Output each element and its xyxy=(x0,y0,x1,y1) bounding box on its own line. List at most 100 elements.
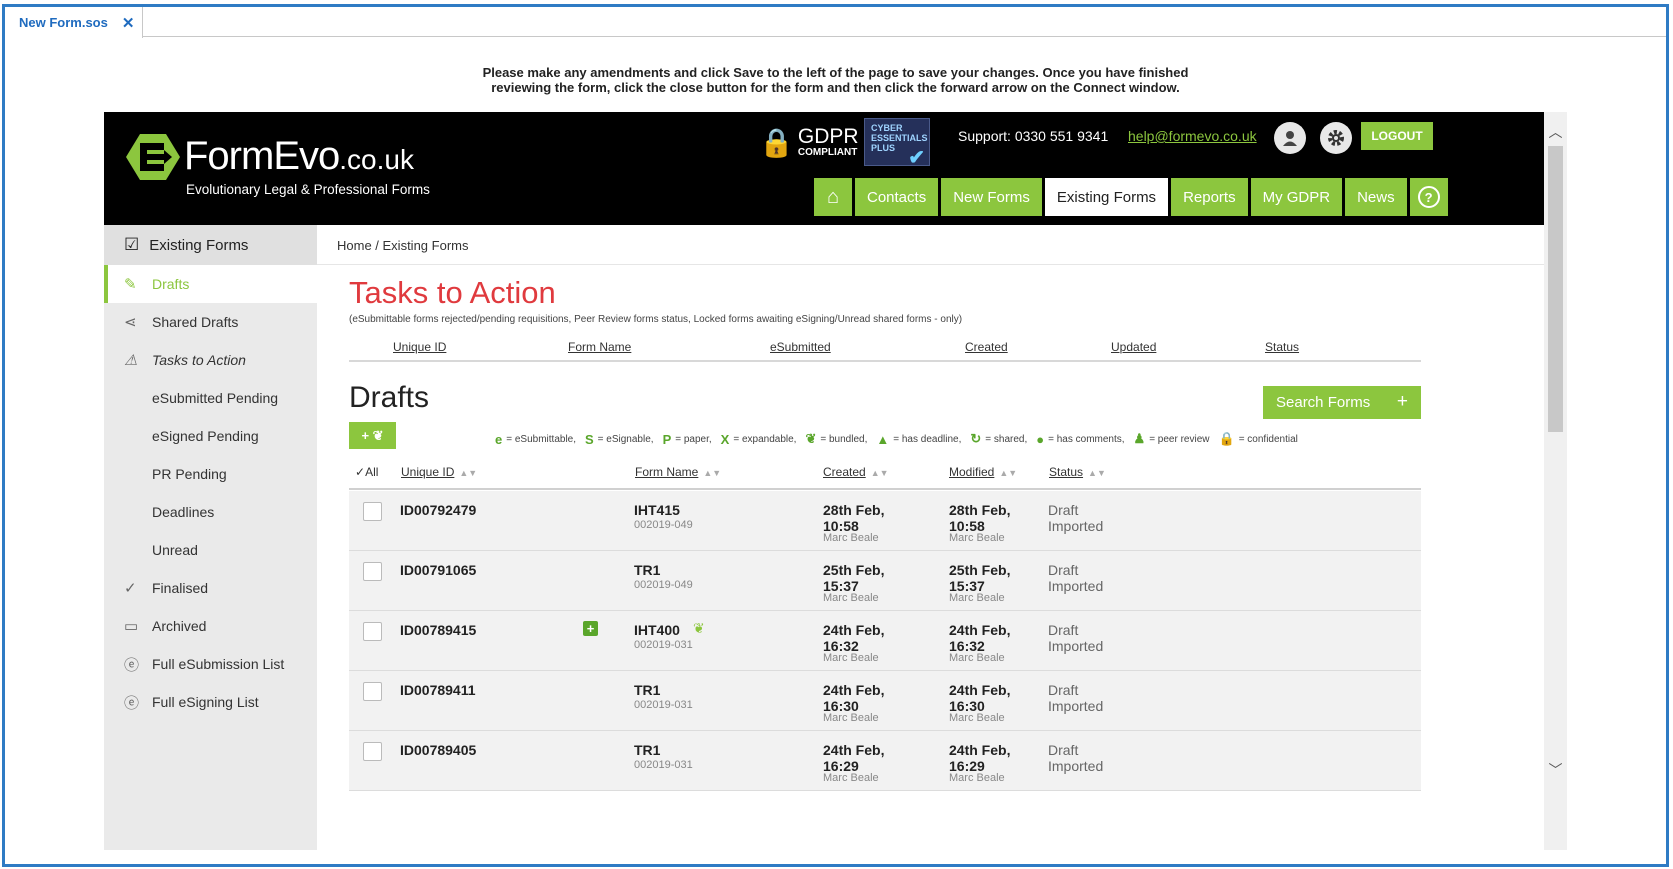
table-row[interactable]: ID00789415 + IHT400 ❦ 002019-031 24th Fe… xyxy=(349,611,1421,671)
row-status: Draft Imported xyxy=(1048,562,1104,594)
nav-contacts[interactable]: Contacts xyxy=(855,178,939,216)
row-checkbox[interactable] xyxy=(363,502,382,521)
sidebar-item-esubmitted-pending[interactable]: eSubmitted Pending xyxy=(104,379,317,417)
sidebar-item-esigned-pending[interactable]: eSigned Pending xyxy=(104,417,317,455)
sidebar-item-full-esubmission-list[interactable]: ⓔ Full eSubmission List xyxy=(104,645,317,683)
support-email-link[interactable]: help@formevo.co.uk xyxy=(1128,128,1257,144)
nav-new-forms[interactable]: New Forms xyxy=(941,178,1042,216)
deadline-icon: ▲ xyxy=(876,431,890,447)
row-form-name[interactable]: TR1 xyxy=(634,682,660,698)
table-row[interactable]: ID00789411 TR1 002019-031 24th Feb, 16:30… xyxy=(349,671,1421,731)
row-checkbox[interactable] xyxy=(363,562,382,581)
tasks-col-esubmitted[interactable]: eSubmitted xyxy=(770,340,831,354)
select-all-toggle[interactable]: ✓All xyxy=(355,465,378,479)
row-modified: 24th Feb, 16:30 xyxy=(949,682,1011,714)
row-form-name[interactable]: TR1 xyxy=(634,562,660,578)
row-unique-id[interactable]: ID00789415 xyxy=(400,622,476,638)
scrollbar-thumb[interactable] xyxy=(1548,146,1563,432)
gear-icon[interactable] xyxy=(1320,122,1352,154)
tasks-title: Tasks to Action xyxy=(349,275,556,310)
breadcrumb[interactable]: Home / Existing Forms xyxy=(337,238,468,253)
bundle-icon: ❦ xyxy=(372,427,384,443)
nav-reports[interactable]: Reports xyxy=(1171,178,1248,216)
nav-help[interactable]: ? xyxy=(1409,178,1448,216)
main-content: Home / Existing Forms Tasks to Action (e… xyxy=(317,225,1544,850)
vertical-scrollbar[interactable]: ︿ ﹀ xyxy=(1544,112,1567,850)
sidebar-item-drafts[interactable]: ✎ Drafts xyxy=(104,265,317,303)
row-unique-id[interactable]: ID00792479 xyxy=(400,502,476,518)
row-form-name[interactable]: IHT415 xyxy=(634,502,680,518)
row-form-code: 002019-031 xyxy=(634,699,693,711)
tasks-col-updated[interactable]: Updated xyxy=(1111,340,1156,354)
row-modified-by: Marc Beale xyxy=(949,772,1005,784)
share-icon: ⋖ xyxy=(124,314,137,331)
comment-icon: ● xyxy=(1036,431,1045,447)
table-row[interactable]: ID00792479 IHT415 002019-049 28th Feb, 10… xyxy=(349,491,1421,551)
tasks-col-form-name[interactable]: Form Name xyxy=(568,340,631,354)
user-icon[interactable] xyxy=(1274,122,1306,154)
sidebar-item-shared-drafts[interactable]: ⋖ Shared Drafts xyxy=(104,303,317,341)
row-unique-id[interactable]: ID00791065 xyxy=(400,562,476,578)
row-form-name[interactable]: IHT400 xyxy=(634,622,680,638)
sidebar-item-finalised[interactable]: ✓ Finalised xyxy=(104,569,317,607)
sidebar-item-pr-pending[interactable]: PR Pending xyxy=(104,455,317,493)
col-created[interactable]: Created ▲▼ xyxy=(823,465,889,479)
row-created-by: Marc Beale xyxy=(823,712,879,724)
lock-icon: 🔒 xyxy=(759,127,794,158)
row-form-name[interactable]: TR1 xyxy=(634,742,660,758)
row-created-by: Marc Beale xyxy=(823,652,879,664)
sort-icon: ▲▼ xyxy=(999,468,1018,478)
row-created: 25th Feb, 15:37 xyxy=(823,562,885,594)
logo-suffix: co.uk xyxy=(347,144,414,175)
col-status[interactable]: Status ▲▼ xyxy=(1049,465,1106,479)
tasks-col-created[interactable]: Created xyxy=(965,340,1008,354)
check-icon: ✔ xyxy=(908,147,925,169)
logout-button[interactable]: LOGOUT xyxy=(1361,122,1433,150)
scroll-up-icon[interactable]: ︿ xyxy=(1544,122,1567,142)
table-row[interactable]: ID00791065 TR1 002019-049 25th Feb, 15:37… xyxy=(349,551,1421,611)
nav-existing-forms[interactable]: Existing Forms xyxy=(1044,178,1169,216)
tasks-col-unique-id[interactable]: Unique ID xyxy=(393,340,446,354)
legend-deadline: ▲ = has deadline, xyxy=(876,431,962,447)
row-checkbox[interactable] xyxy=(363,622,382,641)
sidebar-item-tasks-to-action[interactable]: ⚠ Tasks to Action xyxy=(104,341,317,379)
document-tab[interactable]: New Form.sos ✕ xyxy=(5,7,143,38)
row-modified: 24th Feb, 16:29 xyxy=(949,742,1011,774)
bundle-icon: ❦ xyxy=(693,620,705,636)
search-forms-button[interactable]: Search Forms + xyxy=(1263,386,1421,419)
peer-review-icon: ♟ xyxy=(1133,431,1146,446)
help-icon: ? xyxy=(1417,186,1440,208)
formevo-logo[interactable]: FormEvo.co.uk Evolutionary Legal & Profe… xyxy=(126,134,430,197)
col-modified[interactable]: Modified ▲▼ xyxy=(949,465,1017,479)
expand-icon[interactable]: + xyxy=(583,621,598,636)
row-modified-by: Marc Beale xyxy=(949,592,1005,604)
lock-icon: 🔒 xyxy=(1218,431,1235,446)
row-unique-id[interactable]: ID00789411 xyxy=(400,682,476,698)
legend-confidential: 🔒 = confidential xyxy=(1218,431,1298,446)
row-checkbox[interactable] xyxy=(363,742,382,761)
formevo-logo-icon xyxy=(126,134,180,180)
row-checkbox[interactable] xyxy=(363,682,382,701)
tab-close-icon[interactable]: ✕ xyxy=(122,14,135,32)
tasks-col-status[interactable]: Status xyxy=(1265,340,1299,354)
drafts-title: Drafts xyxy=(349,381,430,414)
row-created-by: Marc Beale xyxy=(823,532,879,544)
nav-news[interactable]: News xyxy=(1345,178,1407,216)
folder-icon: ▭ xyxy=(124,618,139,635)
sort-icon: ▲▼ xyxy=(870,468,889,478)
col-form-name[interactable]: Form Name ▲▼ xyxy=(635,465,721,479)
sidebar-item-archived[interactable]: ▭ Archived xyxy=(104,607,317,645)
tasks-divider xyxy=(349,360,1421,362)
sidebar-item-deadlines[interactable]: Deadlines xyxy=(104,493,317,531)
table-row[interactable]: ID00789405 TR1 002019-031 24th Feb, 16:29… xyxy=(349,731,1421,791)
col-unique-id[interactable]: Unique ID ▲▼ xyxy=(401,465,477,479)
legend-esubmittable: e = eSubmittable, xyxy=(495,431,576,447)
nav-my-gdpr[interactable]: My GDPR xyxy=(1250,178,1343,216)
sidebar-item-full-esigning-list[interactable]: ⓔ Full eSigning List xyxy=(104,683,317,721)
s-circle-icon: S xyxy=(585,431,594,447)
row-unique-id[interactable]: ID00789405 xyxy=(400,742,476,758)
sidebar-item-unread[interactable]: Unread xyxy=(104,531,317,569)
scroll-down-icon[interactable]: ﹀ xyxy=(1544,760,1567,780)
nav-home[interactable]: ⌂ xyxy=(814,178,852,216)
add-bundle-button[interactable]: + ❦ xyxy=(349,422,396,449)
